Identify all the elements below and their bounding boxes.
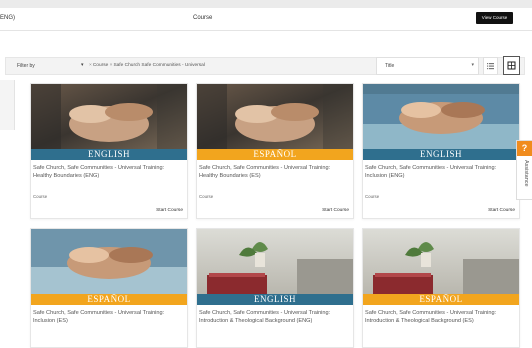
assistance-tab[interactable]: ? Assistance <box>516 140 532 200</box>
grid-icon <box>507 61 516 70</box>
course-type-label: Course <box>199 194 214 199</box>
course-title[interactable]: Safe Church, Safe Communities - Universa… <box>199 164 349 180</box>
course-card[interactable]: ESPAÑOL Safe Church, Safe Communities - … <box>30 228 188 348</box>
course-title[interactable]: Safe Church, Safe Communities - Universa… <box>365 164 515 180</box>
filter-chip-program: Safe Church Safe Communities - Universal <box>113 63 205 68</box>
language-band: ESPAÑOL <box>363 294 519 305</box>
start-course-link[interactable]: Start Course <box>322 208 349 213</box>
filter-by-dropdown[interactable]: Filter by <box>17 63 35 69</box>
list-view-button[interactable] <box>483 57 498 75</box>
course-title[interactable]: Safe Church, Safe Communities - Universa… <box>199 309 349 325</box>
language-band: ENGLISH <box>363 149 519 160</box>
course-card[interactable]: ENGLISH Safe Church, Safe Communities - … <box>30 83 188 219</box>
course-thumbnail-image <box>197 229 353 294</box>
course-type-label: Course <box>33 194 48 199</box>
course-card[interactable]: ESPAÑOL Safe Church, Safe Communities - … <box>196 83 354 219</box>
course-header: ENG) Course View Course <box>0 8 532 31</box>
page-title: Course <box>193 15 213 21</box>
start-course-link[interactable]: Start Course <box>156 208 183 213</box>
course-thumbnail-image <box>31 84 187 149</box>
chevron-down-icon: ▾ <box>471 62 474 68</box>
chevron-down-icon[interactable]: ▾ <box>81 62 84 68</box>
language-band: ENGLISH <box>197 294 353 305</box>
course-card[interactable]: ENGLISH Safe Church, Safe Communities - … <box>362 83 520 219</box>
language-band: ENGLISH <box>31 149 187 160</box>
course-thumbnail-image <box>363 229 519 294</box>
sort-select-value: Title <box>385 63 395 69</box>
course-thumbnail-image <box>363 84 519 149</box>
course-title[interactable]: Safe Church, Safe Communities - Universa… <box>33 309 183 325</box>
remove-chip-icon[interactable]: × <box>89 63 92 68</box>
assistance-label: Assistance <box>523 160 529 187</box>
left-side-panel-tab[interactable] <box>0 80 15 130</box>
list-icon <box>487 63 494 70</box>
grid-view-button[interactable] <box>503 56 520 75</box>
language-band: ESPAÑOL <box>31 294 187 305</box>
course-thumbnail-image <box>197 84 353 149</box>
top-strip <box>0 0 532 8</box>
course-card[interactable]: ESPAÑOL Safe Church, Safe Communities - … <box>362 228 520 348</box>
view-course-button[interactable]: View Course <box>476 12 513 24</box>
help-icon: ? <box>517 141 532 156</box>
filter-chips: ×Course ×Safe Church Safe Communities - … <box>89 63 205 68</box>
filter-chip-course: Course <box>92 63 109 68</box>
sort-select[interactable]: Title ▾ <box>376 57 479 75</box>
language-band: ESPAÑOL <box>197 149 353 160</box>
language-label: ENG) <box>0 15 15 21</box>
course-type-label: Course <box>365 194 380 199</box>
course-card[interactable]: ENGLISH Safe Church, Safe Communities - … <box>196 228 354 348</box>
start-course-link[interactable]: Start Course <box>488 208 515 213</box>
course-thumbnail-image <box>31 229 187 294</box>
course-title[interactable]: Safe Church, Safe Communities - Universa… <box>33 164 183 180</box>
course-title[interactable]: Safe Church, Safe Communities - Universa… <box>365 309 515 325</box>
